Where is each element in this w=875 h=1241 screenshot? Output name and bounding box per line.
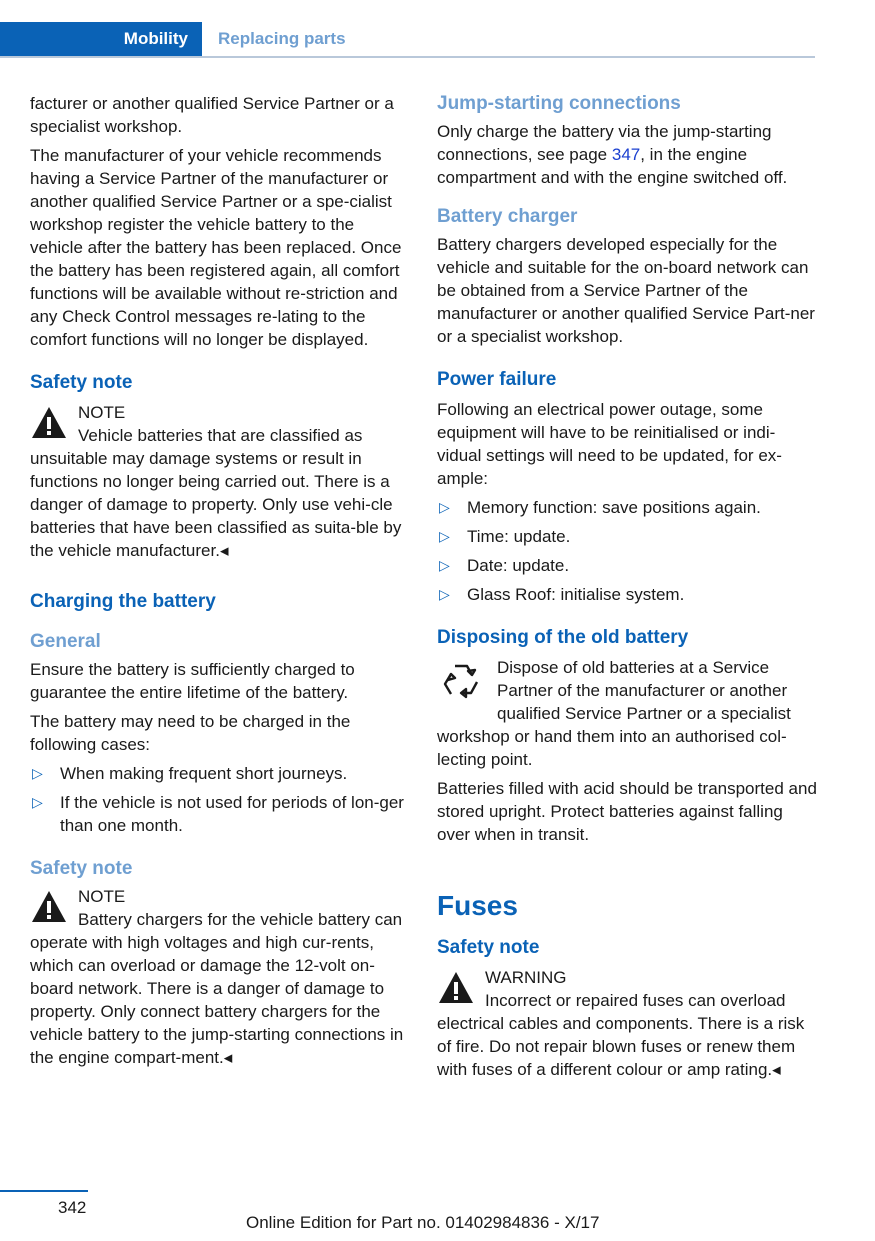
paragraph: Only charge the battery via the jump-sta… xyxy=(437,122,788,187)
warning-triangle-icon xyxy=(32,407,66,438)
list-item: ▷ Date: update. xyxy=(439,556,570,575)
subsection-tab: Replacing parts xyxy=(218,29,346,48)
note-block: NOTE Vehicle batteries that are classifi… xyxy=(30,401,410,562)
section-heading: Safety note xyxy=(437,937,540,958)
footer-rule xyxy=(0,1190,88,1192)
triangle-bullet-icon: ▷ xyxy=(439,499,450,515)
bullet-list: ▷ When making frequent short journeys. ▷ I… xyxy=(30,762,410,837)
subsection-heading: General xyxy=(30,631,101,652)
paragraph: facturer or another qualified Service Pa… xyxy=(30,94,394,136)
list-item: ▷ Glass Roof: initialise system. xyxy=(439,585,685,604)
section-tab: Mobility xyxy=(0,22,202,56)
right-column: Jump-starting connections Only charge th… xyxy=(437,92,817,1081)
list-item: ▷ Time: update. xyxy=(439,527,571,546)
paragraph: Following an electrical power outage, so… xyxy=(437,400,782,488)
warning-label: WARNING xyxy=(485,968,567,987)
note-label: NOTE xyxy=(78,403,126,422)
triangle-bullet-icon: ▷ xyxy=(32,765,43,781)
page-reference-link[interactable]: 347 xyxy=(612,145,640,164)
triangle-bullet-icon: ▷ xyxy=(439,557,450,573)
note-label: NOTE xyxy=(78,887,126,906)
list-item: ▷ Memory function: save positions again. xyxy=(439,498,761,517)
paragraph: The battery may need to be charged in th… xyxy=(30,712,351,754)
warning-text: Incorrect or repaired fuses can overload… xyxy=(437,991,805,1079)
subsection-heading: Battery charger xyxy=(437,206,578,227)
section-heading: Charging the battery xyxy=(30,591,216,612)
bullet-list: ▷ Memory function: save positions again. … xyxy=(437,496,817,606)
section-heading: Safety note xyxy=(30,372,133,393)
note-block: NOTE Battery chargers for the vehicle ba… xyxy=(30,885,410,1069)
page-header: Mobility Replacing parts xyxy=(0,22,815,58)
section-heading: Disposing of the old battery xyxy=(437,627,689,648)
chapter-heading: Fuses xyxy=(437,890,518,921)
warning-block: WARNING Incorrect or repaired fuses can … xyxy=(437,966,817,1081)
paragraph: Batteries filled with acid should be tra… xyxy=(437,779,817,844)
section-heading: Power failure xyxy=(437,369,557,390)
triangle-bullet-icon: ▷ xyxy=(439,586,450,602)
note-text: Battery chargers for the vehicle battery… xyxy=(30,910,404,1067)
paragraph: Ensure the battery is sufficiently charg… xyxy=(30,660,355,702)
warning-triangle-icon xyxy=(32,891,66,922)
paragraph: Battery chargers developed especially fo… xyxy=(437,235,815,346)
left-column: facturer or another qualified Service Pa… xyxy=(30,92,410,1069)
list-item: ▷ When making frequent short journeys. xyxy=(32,764,348,783)
triangle-bullet-icon: ▷ xyxy=(439,528,450,544)
recycle-block: Dispose of old batteries at a Service Pa… xyxy=(437,656,817,771)
subsection-heading: Safety note xyxy=(30,858,133,879)
warning-triangle-icon xyxy=(439,972,473,1003)
note-text: Vehicle batteries that are classified as… xyxy=(30,426,402,560)
triangle-bullet-icon: ▷ xyxy=(32,794,43,810)
list-item: ▷ If the vehicle is not used for periods … xyxy=(32,793,404,835)
paragraph: The manufacturer of your vehicle recomme… xyxy=(30,146,402,349)
subsection-heading: Jump-starting connections xyxy=(437,93,681,114)
recycle-icon xyxy=(443,664,479,699)
paragraph: Dispose of old batteries at a Service Pa… xyxy=(437,658,791,769)
page-number: 342 xyxy=(58,1198,87,1217)
edition-note: Online Edition for Part no. 01402984836 … xyxy=(246,1213,600,1232)
